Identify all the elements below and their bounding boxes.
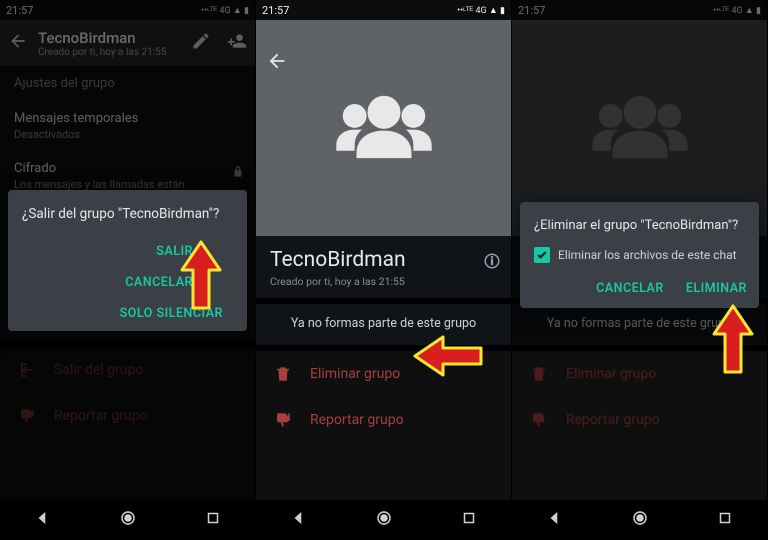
status-time: 21:57 — [518, 4, 545, 17]
android-nav-bar — [512, 500, 767, 540]
nav-home-icon[interactable] — [631, 509, 649, 531]
back-icon[interactable] — [266, 50, 288, 76]
delete-group-row[interactable]: Eliminar grupo — [256, 351, 511, 397]
status-icons: ••ᶫᵀᴱ 4G ▲ ▮ — [457, 5, 505, 16]
dialog-confirm-button[interactable]: ELIMINAR — [686, 281, 747, 296]
status-icons: ••ᶫᵀᴱ 4G ▲ ▮ — [713, 5, 761, 16]
nav-home-icon[interactable] — [375, 509, 393, 531]
android-nav-bar — [256, 500, 511, 540]
screenshot-panel-1: 21:57 ••ᶫᵀᴱ 4G ▲ ▮ TecnoBirdman Creado p… — [0, 0, 256, 540]
delete-group-label: Eliminar grupo — [310, 366, 400, 382]
status-time: 21:57 — [262, 4, 289, 17]
nav-home-icon[interactable] — [119, 509, 137, 531]
nav-recents-icon[interactable] — [716, 509, 734, 531]
delete-group-row[interactable]: Eliminar grupo — [512, 351, 767, 397]
dialog-message: ¿Salir del grupo "TecnoBirdman"? — [22, 206, 233, 222]
checkbox-checked-icon[interactable] — [534, 247, 550, 263]
dialog-cancel-button[interactable]: CANCELAR — [22, 275, 233, 290]
report-group-label: Reportar grupo — [310, 412, 404, 428]
group-caption: TecnoBirdman Creado por ti, hoy a las 21… — [256, 236, 511, 298]
trash-icon — [530, 365, 548, 383]
info-icon[interactable] — [483, 252, 501, 274]
nav-back-icon[interactable] — [546, 509, 564, 531]
status-bar: 21:57 ••ᶫᵀᴱ 4G ▲ ▮ — [512, 0, 767, 20]
thumbs-down-icon — [530, 411, 548, 429]
screenshot-panel-3: 21:57 ••ᶫᵀᴱ 4G ▲ ▮ TecnoBirdman Creado p… — [512, 0, 768, 540]
dialog-cancel-button[interactable]: CANCELAR — [596, 281, 664, 296]
group-icon — [329, 81, 439, 175]
checkbox-label: Eliminar los archivos de este chat — [558, 248, 737, 262]
thumbs-down-icon — [274, 411, 292, 429]
nav-back-icon[interactable] — [290, 509, 308, 531]
dialog-message: ¿Eliminar el grupo "TecnoBirdman"? — [534, 218, 747, 233]
trash-icon — [274, 365, 292, 383]
dialog-mute-button[interactable]: SOLO SILENCIAR — [22, 306, 233, 321]
not-member-banner: Ya no formas parte de este grupo — [256, 298, 511, 351]
leave-group-dialog: ¿Salir del grupo "TecnoBirdman"? SALIR C… — [8, 190, 247, 331]
report-group-row[interactable]: Reportar grupo — [256, 397, 511, 443]
group-hero — [256, 20, 511, 236]
android-nav-bar — [0, 500, 255, 540]
screenshot-panel-2: 21:57 ••ᶫᵀᴱ 4G ▲ ▮ TecnoBirdman Creado p… — [256, 0, 512, 540]
delete-files-checkbox-row[interactable]: Eliminar los archivos de este chat — [534, 247, 747, 263]
nav-back-icon[interactable] — [34, 509, 52, 531]
delete-group-dialog: ¿Eliminar el grupo "TecnoBirdman"? Elimi… — [520, 202, 759, 308]
group-name: TecnoBirdman — [270, 248, 497, 272]
status-bar: 21:57 ••ᶫᵀᴱ 4G ▲ ▮ — [256, 0, 511, 20]
group-icon — [585, 81, 695, 175]
report-group-row[interactable]: Reportar grupo — [512, 397, 767, 443]
delete-group-label: Eliminar grupo — [566, 366, 656, 382]
nav-recents-icon[interactable] — [204, 509, 222, 531]
group-subtitle: Creado por ti, hoy a las 21:55 — [270, 275, 497, 288]
report-group-label: Reportar grupo — [566, 412, 660, 428]
nav-recents-icon[interactable] — [460, 509, 478, 531]
dialog-confirm-button[interactable]: SALIR — [22, 244, 233, 259]
